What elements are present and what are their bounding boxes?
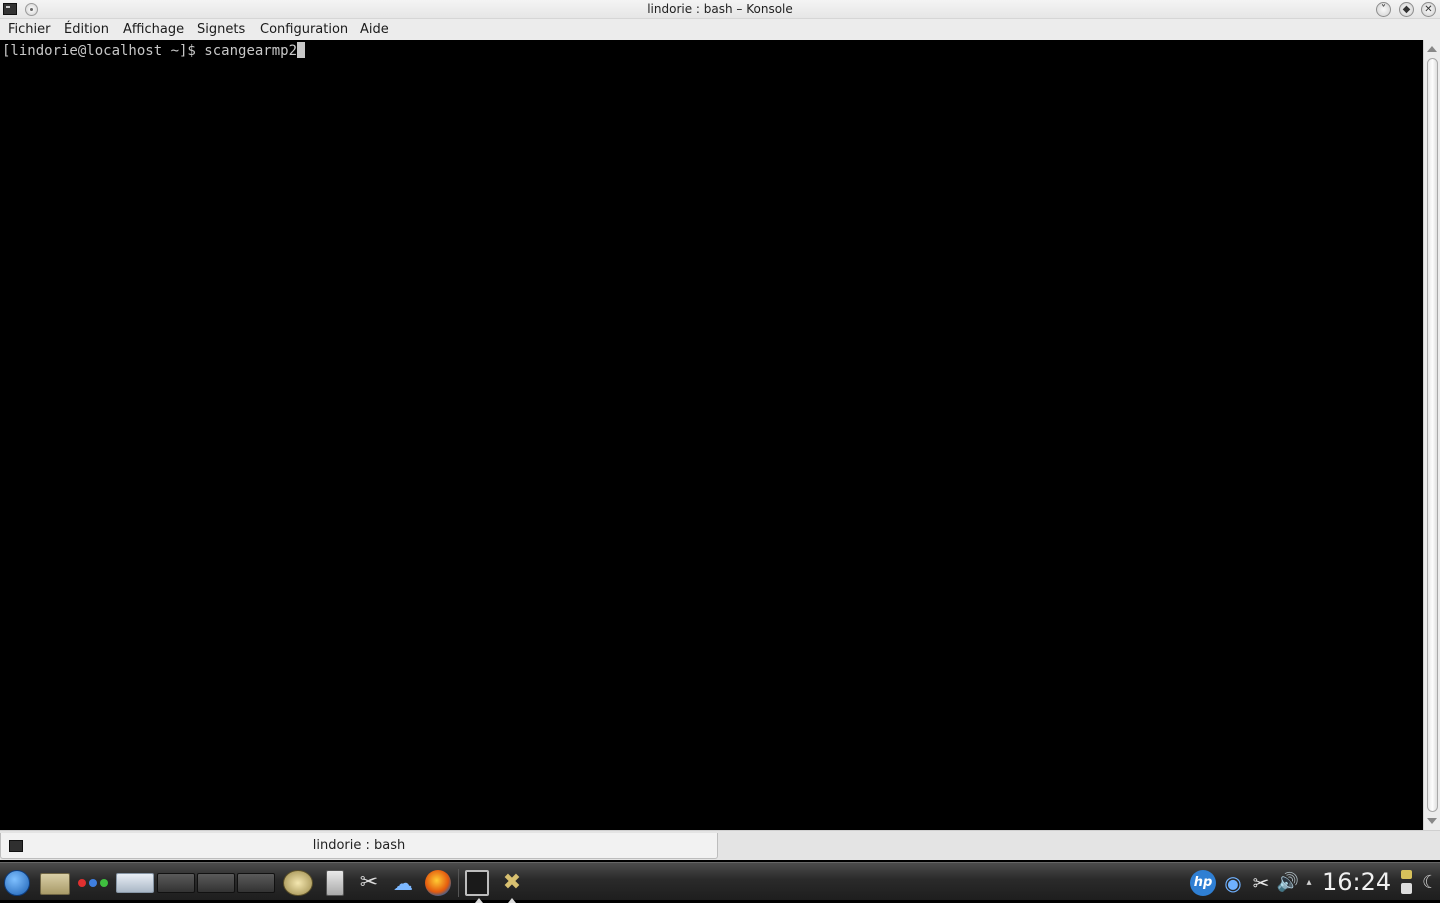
scangear-task-icon[interactable]: ✖ bbox=[499, 870, 525, 903]
phone-app-icon[interactable] bbox=[283, 870, 313, 896]
scroll-up-arrow-icon[interactable] bbox=[1427, 46, 1437, 52]
menu-edition[interactable]: Édition bbox=[64, 22, 109, 37]
tab-label: lindorie : bash bbox=[312, 838, 406, 853]
scrollbar-thumb[interactable] bbox=[1427, 58, 1438, 812]
typed-command: scangearmp2 bbox=[204, 43, 298, 59]
window-title: lindorie : bash – Konsole bbox=[647, 2, 793, 16]
menu-affichage[interactable]: Affichage bbox=[123, 22, 184, 37]
firefox-icon[interactable] bbox=[425, 870, 451, 896]
vertical-scrollbar[interactable] bbox=[1423, 40, 1440, 830]
virtual-desktop-1[interactable] bbox=[116, 873, 154, 893]
volume-icon[interactable]: 🔊 bbox=[1275, 870, 1301, 896]
activities-icon[interactable] bbox=[78, 870, 110, 896]
system-tools-icon[interactable]: ✂ bbox=[356, 870, 382, 896]
activity-dot-blue bbox=[89, 879, 97, 887]
session-tab-bar: lindorie : bash bbox=[0, 830, 1440, 860]
menu-bar: Fichier Édition Affichage Signets Config… bbox=[0, 19, 1440, 40]
network-tray-icon[interactable]: ◉ bbox=[1220, 870, 1246, 896]
konsole-task-icon[interactable] bbox=[465, 870, 489, 903]
lock-logout-icon[interactable] bbox=[1399, 870, 1415, 896]
activity-dot-red bbox=[78, 879, 86, 887]
tab-lindorie-bash[interactable]: lindorie : bash bbox=[0, 833, 718, 859]
hp-printer-tray-icon[interactable]: hp bbox=[1190, 870, 1216, 896]
terminal-view[interactable]: [lindorie@localhost ~]$ scangearmp2 bbox=[0, 40, 1423, 830]
scroll-down-arrow-icon[interactable] bbox=[1427, 818, 1437, 824]
lock-screen-icon[interactable] bbox=[1401, 870, 1412, 879]
window-titlebar[interactable]: lindorie : bash – Konsole ˅ ◆ ✕ bbox=[0, 0, 1440, 19]
menu-signets[interactable]: Signets bbox=[197, 22, 245, 37]
menu-configuration[interactable]: Configuration bbox=[260, 22, 348, 37]
terminal-line: [lindorie@localhost ~]$ scangearmp2 bbox=[2, 42, 306, 60]
menu-aide[interactable]: Aide bbox=[360, 22, 389, 37]
clipboard-tray-icon[interactable]: ✂ bbox=[1248, 870, 1274, 896]
file-manager-icon[interactable] bbox=[40, 873, 70, 895]
logout-icon[interactable] bbox=[1401, 883, 1412, 894]
close-button[interactable]: ✕ bbox=[1421, 2, 1436, 17]
maximize-button[interactable]: ◆ bbox=[1399, 2, 1414, 17]
dashboard-moon-icon[interactable]: ☾ bbox=[1422, 870, 1440, 896]
minimize-button[interactable]: ˅ bbox=[1376, 2, 1391, 17]
notes-app-icon[interactable] bbox=[326, 870, 344, 896]
virtual-desktop-3[interactable] bbox=[197, 873, 235, 893]
text-cursor bbox=[297, 42, 306, 58]
application-launcher-icon[interactable] bbox=[4, 870, 30, 896]
activity-dot-green bbox=[100, 879, 108, 887]
virtual-desktop-2[interactable] bbox=[157, 873, 195, 893]
taskbar-separator bbox=[458, 869, 459, 897]
clock[interactable]: 16:24 bbox=[1322, 868, 1391, 896]
menu-fichier[interactable]: Fichier bbox=[8, 22, 51, 37]
virtual-desktop-4[interactable] bbox=[237, 873, 275, 893]
network-app-icon[interactable]: ☁ bbox=[390, 870, 416, 896]
tray-expand-arrow-icon[interactable]: ▴ bbox=[1302, 870, 1316, 896]
desktop-panel: ✂ ☁ ✖ hp ◉ ✂ 🔊 ▴ 16:24 ☾ bbox=[0, 862, 1440, 903]
shell-prompt: [lindorie@localhost ~]$ bbox=[2, 43, 205, 59]
